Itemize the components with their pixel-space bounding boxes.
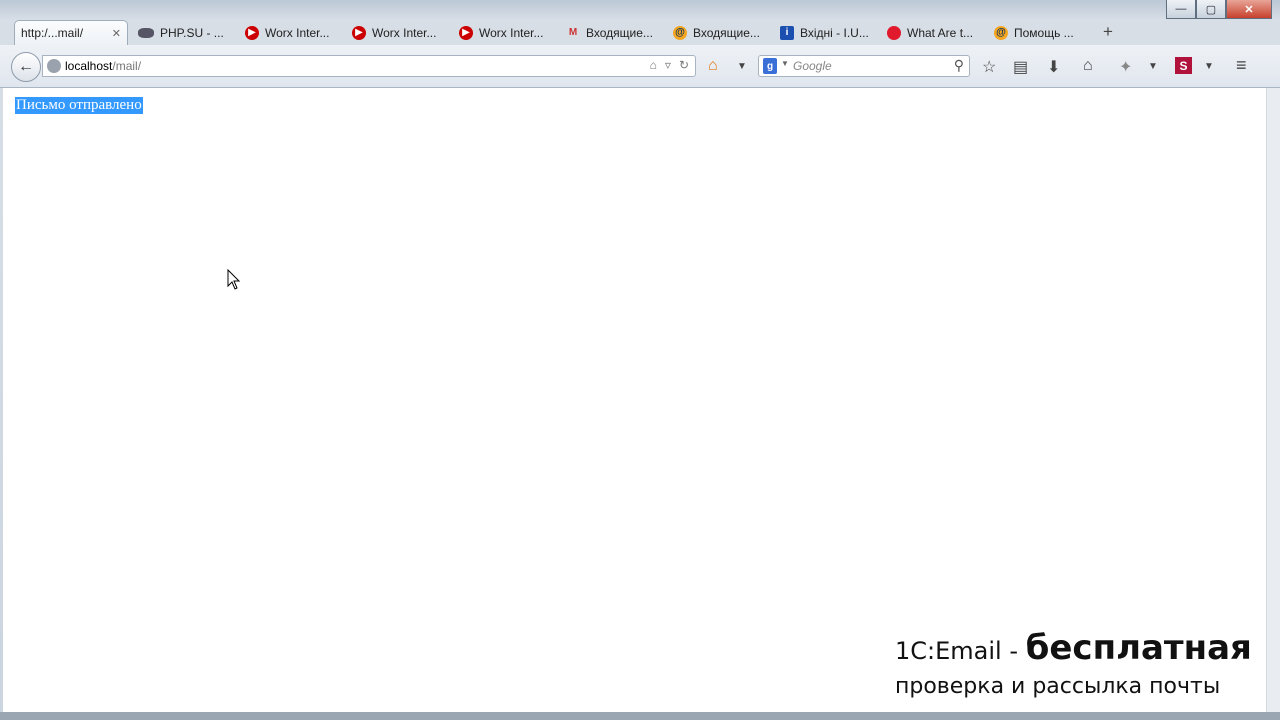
tab-worx-2[interactable]: ▶ Worx Inter...: [346, 20, 449, 45]
tab-bar: http:/...mail/ ✕ PHP.SU - ... ▶ Worx Int…: [14, 18, 1113, 45]
bookmark-star-icon[interactable]: ☆: [982, 57, 996, 77]
worx-icon: ▶: [352, 25, 366, 40]
tab-label: Входящие...: [693, 25, 760, 40]
scrollbar[interactable]: [1266, 88, 1280, 712]
url-bar[interactable]: localhost/mail/ ⌂ ▿ ↻: [42, 55, 696, 77]
site-home-icon[interactable]: ⌂: [650, 58, 657, 72]
tab-label: What Are t...: [907, 25, 974, 40]
home-icon[interactable]: ⌂: [1083, 57, 1093, 75]
url-text: localhost/mail/: [65, 59, 141, 73]
mouse-cursor-icon: [227, 269, 241, 290]
back-button[interactable]: ←: [11, 52, 41, 82]
window-controls: — ▢ ✕: [1166, 0, 1272, 19]
mailru-icon: @: [994, 25, 1008, 40]
tab-iua-inbox[interactable]: i Вхідні - I.U...: [774, 20, 877, 45]
url-host: localhost: [65, 59, 113, 73]
tab-worx-1[interactable]: ▶ Worx Inter...: [239, 20, 342, 45]
tab-gmail-inbox[interactable]: M Входящие...: [560, 20, 663, 45]
phpsu-icon: [138, 27, 154, 38]
tab-mailru-inbox[interactable]: @ Входящие...: [667, 20, 770, 45]
dropdown-arrow-icon[interactable]: ▿: [665, 58, 671, 72]
promo-line-2: проверка и рассылка почты: [895, 674, 1221, 699]
gmail-icon: M: [568, 27, 578, 38]
menu-icon[interactable]: ≡: [1236, 55, 1247, 76]
tab-label: Worx Inter...: [265, 25, 330, 40]
search-placeholder: Google: [793, 59, 832, 73]
dropdown-arrow-icon[interactable]: ▼: [737, 61, 747, 72]
promo-highlight: бесплатная: [1025, 628, 1252, 668]
promo-overlay: 1C:Email - бесплатная проверка и рассылк…: [895, 628, 1267, 699]
tab-label: Помощь ...: [1014, 25, 1074, 40]
tab-label: Worx Inter...: [372, 25, 437, 40]
tab-label: Вхідні - I.U...: [800, 25, 869, 40]
worx-icon: ▶: [459, 25, 473, 40]
tab-label: Входящие...: [586, 25, 653, 40]
red-dot-icon: [887, 25, 901, 40]
browser-window: — ▢ ✕ http:/...mail/ ✕ PHP.SU - ... ▶ Wo…: [0, 0, 1280, 720]
mailru-icon: @: [673, 25, 687, 40]
close-tab-icon[interactable]: ✕: [112, 27, 121, 40]
s-extension-icon[interactable]: S: [1175, 57, 1192, 74]
url-path: /mail/: [112, 59, 142, 73]
tab-what-are[interactable]: What Are t...: [881, 20, 984, 45]
search-bar[interactable]: g ▼ Google ⚲: [758, 55, 970, 77]
dropdown-arrow-icon[interactable]: ▼: [1148, 61, 1158, 72]
reload-icon[interactable]: ↻: [679, 58, 689, 72]
tab-localhost-mail[interactable]: http:/...mail/ ✕: [14, 20, 128, 45]
promo-line-1: 1C:Email - бесплатная: [895, 628, 1267, 668]
engine-dropdown-icon[interactable]: ▼: [781, 59, 789, 68]
download-icon[interactable]: ⬇: [1047, 57, 1060, 77]
worx-icon: ▶: [245, 25, 259, 40]
tab-mailru-help[interactable]: @ Помощь ...: [988, 20, 1091, 45]
sent-message: Письмо отправлено: [15, 97, 143, 114]
url-bar-icons: ⌂ ▿ ↻: [650, 58, 689, 72]
tab-label: Worx Inter...: [479, 25, 544, 40]
back-arrow-icon: ←: [18, 58, 34, 75]
addon-icon[interactable]: ✦: [1119, 57, 1132, 77]
navigation-toolbar: ← localhost/mail/ ⌂ ▿ ↻ ⌂ ▼ g ▼ Google ⚲…: [0, 45, 1280, 88]
tab-worx-3[interactable]: ▶ Worx Inter...: [453, 20, 556, 45]
window-bottom-edge: [0, 712, 1280, 720]
minimize-button[interactable]: —: [1166, 0, 1196, 19]
close-window-button[interactable]: ✕: [1226, 0, 1272, 19]
tab-phpsu[interactable]: PHP.SU - ...: [132, 20, 235, 45]
home-color-icon[interactable]: ⌂: [708, 57, 718, 75]
search-icon[interactable]: ⚲: [954, 57, 964, 74]
maximize-button[interactable]: ▢: [1196, 0, 1226, 19]
dropdown-arrow-icon[interactable]: ▼: [1204, 61, 1214, 72]
globe-icon: [47, 59, 61, 73]
page-content: Письмо отправлено 1C:Email - бесплатная …: [3, 88, 1267, 712]
google-icon[interactable]: g: [763, 58, 777, 74]
info-icon: i: [780, 25, 794, 40]
promo-prefix: 1C:Email -: [895, 637, 1026, 665]
new-tab-button[interactable]: +: [1103, 22, 1113, 42]
bookmarks-list-icon[interactable]: ▤: [1013, 57, 1028, 77]
tab-label: PHP.SU - ...: [160, 25, 224, 40]
tab-label: http:/...mail/: [21, 26, 84, 40]
